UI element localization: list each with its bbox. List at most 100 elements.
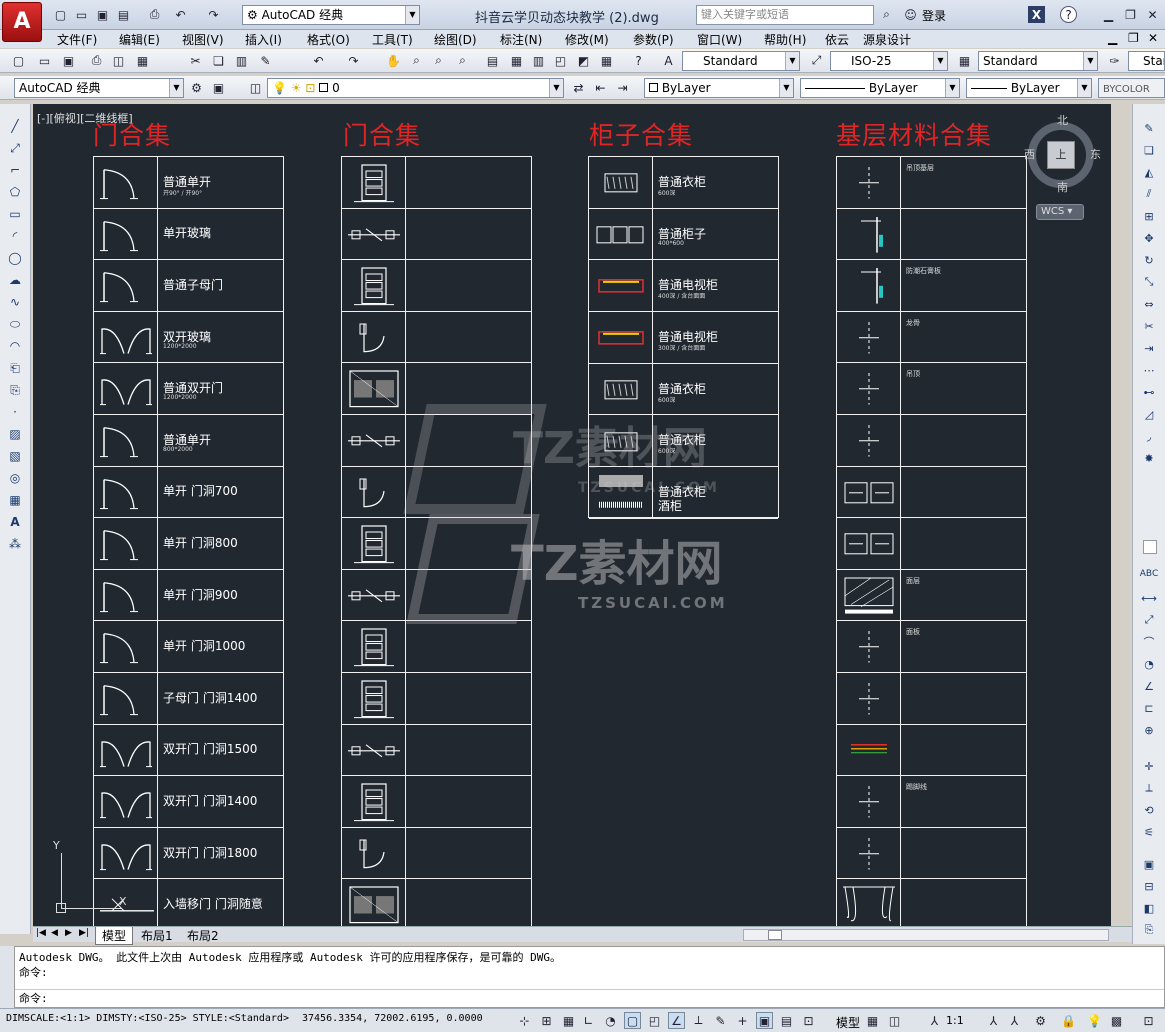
erase-icon[interactable]: ✎	[1138, 118, 1160, 138]
open-icon[interactable]: ▭	[36, 52, 53, 69]
block-symbol[interactable]	[841, 883, 897, 926]
table-row[interactable]	[837, 209, 1026, 261]
menu-tools[interactable]: 工具(T)	[372, 31, 413, 48]
table-row[interactable]	[342, 209, 531, 261]
hatch-icon[interactable]: ▨	[5, 424, 25, 444]
table-row[interactable]: 普通单开 800*2000	[94, 415, 283, 467]
block-symbol[interactable]	[346, 161, 402, 205]
block-symbol[interactable]	[346, 780, 402, 824]
open-icon[interactable]: ▭	[73, 6, 90, 23]
saveas-icon[interactable]: ▤	[115, 6, 132, 23]
text-style-select[interactable]: Standard ▼	[682, 51, 800, 71]
minimize-icon[interactable]: ▁	[1100, 6, 1117, 23]
cut-icon[interactable]: ✂	[187, 52, 204, 69]
block-symbol[interactable]	[346, 625, 402, 669]
xref-icon[interactable]: ⎘	[1138, 920, 1160, 940]
table-row[interactable]	[837, 673, 1026, 725]
table-row[interactable]: 双开门 门洞1500	[94, 725, 283, 777]
ellipse-arc-icon[interactable]: ◠	[5, 336, 25, 356]
close-icon[interactable]: ✕	[1144, 6, 1161, 23]
auto-scale-icon[interactable]: ⅄	[1006, 1012, 1023, 1029]
menu-parametric[interactable]: 参数(P)	[633, 31, 674, 48]
table-row[interactable]	[342, 312, 531, 364]
paste-icon[interactable]: ▥	[233, 52, 250, 69]
table-row[interactable]	[837, 467, 1026, 519]
binoculars-icon[interactable]: ⌕	[878, 6, 895, 23]
annotation-scale-icon[interactable]: ⅄	[926, 1012, 943, 1029]
block-symbol[interactable]	[593, 316, 649, 360]
table-row[interactable]	[342, 828, 531, 880]
redo-icon[interactable]: ↷	[205, 6, 222, 23]
menu-modify[interactable]: 修改(M)	[565, 31, 609, 48]
block-symbol[interactable]	[841, 522, 897, 566]
layer-iso-icon[interactable]: ⇥	[614, 79, 631, 96]
ellipse-icon[interactable]: ⬭	[5, 314, 25, 334]
block-symbol[interactable]	[841, 832, 897, 876]
insert-block-icon[interactable]: ⎗	[5, 358, 25, 378]
menu-insert[interactable]: 插入(I)	[245, 31, 282, 48]
block-symbol[interactable]	[841, 367, 897, 411]
menu-help[interactable]: 帮助(H)	[764, 31, 806, 48]
block-symbol[interactable]	[593, 368, 649, 412]
linetype-select[interactable]: ByLayer ▼	[800, 78, 960, 98]
block-symbol[interactable]	[841, 780, 897, 824]
block-symbol[interactable]	[346, 574, 402, 618]
zoom-previous-icon[interactable]: ⌕	[454, 52, 471, 69]
polygon-icon[interactable]: ⬠	[5, 182, 25, 202]
new-icon[interactable]: ▢	[52, 6, 69, 23]
stretch-icon[interactable]: ⇔	[1138, 294, 1160, 314]
revcloud-icon[interactable]: ☁	[5, 270, 25, 290]
table-row[interactable]: 普通衣柜 600深	[589, 157, 778, 209]
center-mark-icon[interactable]: ✛	[1138, 756, 1160, 776]
block-symbol[interactable]	[346, 316, 402, 360]
table-row[interactable]: 单开 门洞1000	[94, 621, 283, 673]
block-symbol[interactable]	[98, 471, 154, 515]
table-row[interactable]: 普通衣柜 600深	[589, 364, 778, 416]
move-icon[interactable]: ✥	[1138, 228, 1160, 248]
group-icon[interactable]: ▣	[1138, 854, 1160, 874]
table-row[interactable]	[837, 879, 1026, 926]
compass-east[interactable]: 东	[1090, 146, 1101, 162]
table-row[interactable]	[837, 415, 1026, 467]
workspace-switch-icon[interactable]: ⚙	[1032, 1012, 1049, 1029]
table-row[interactable]: 普通电视柜 400深 / 含台面面	[589, 260, 778, 313]
block-symbol[interactable]	[593, 161, 649, 205]
model-space-toggle[interactable]: 模型	[836, 1014, 860, 1031]
menu-dimension[interactable]: 标注(N)	[500, 31, 542, 48]
block-symbol[interactable]	[346, 832, 402, 876]
block-symbol[interactable]	[98, 780, 154, 824]
tolerance-icon[interactable]: ⊕	[1138, 720, 1160, 740]
compass-west[interactable]: 西	[1024, 146, 1035, 162]
block-symbol[interactable]	[841, 161, 897, 205]
save-icon[interactable]: ▣	[94, 6, 111, 23]
polyline-icon[interactable]: ⌐	[5, 160, 25, 180]
table-row[interactable]	[837, 570, 1026, 622]
table-row[interactable]: 双开门 门洞1400	[94, 776, 283, 828]
tab-nav-next-icon[interactable]: ▶	[65, 928, 72, 938]
offset-icon[interactable]: ⫽	[1138, 184, 1160, 204]
redo-icon[interactable]: ↷	[345, 52, 362, 69]
table-row[interactable]	[342, 673, 531, 725]
tpy-icon[interactable]: ▣	[756, 1012, 773, 1029]
join-icon[interactable]: ⊷	[1138, 382, 1160, 402]
user-icon[interactable]: ☺	[902, 6, 919, 23]
quick-view-layouts-icon[interactable]: ▦	[864, 1012, 881, 1029]
undo-icon[interactable]: ↶	[310, 52, 327, 69]
wcs-menu[interactable]: WCS ▾	[1036, 204, 1084, 220]
block-symbol[interactable]	[841, 264, 897, 308]
layer-manager-icon[interactable]: ◫	[247, 79, 264, 96]
rectangle-icon[interactable]: ▭	[5, 204, 25, 224]
extend-icon[interactable]: ⇥	[1138, 338, 1160, 358]
table-icon[interactable]: ▦	[5, 490, 25, 510]
table-row[interactable]	[837, 518, 1026, 570]
table-row[interactable]: 单开 门洞700	[94, 467, 283, 519]
dim-arc-icon[interactable]: ⌒	[1138, 632, 1160, 652]
table-row[interactable]	[342, 260, 531, 312]
snap-icon[interactable]: ⊞	[538, 1012, 555, 1029]
block-symbol[interactable]	[346, 367, 402, 411]
design-center-icon[interactable]: ▦	[508, 52, 525, 69]
make-block-icon[interactable]: ⎘	[5, 380, 25, 400]
arc-icon[interactable]: ◜	[5, 226, 25, 246]
doc-restore-icon[interactable]: ❐	[1128, 31, 1139, 45]
otrack-icon[interactable]: ∠	[668, 1012, 685, 1029]
